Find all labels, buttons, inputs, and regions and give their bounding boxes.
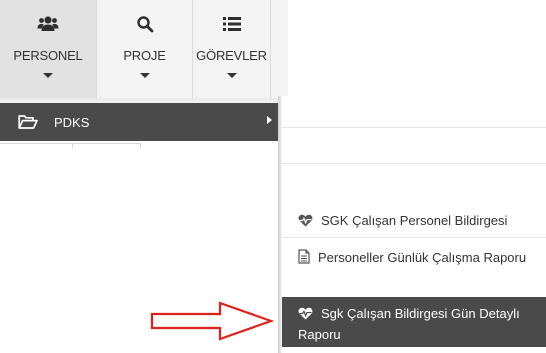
- gorevler-label: GÖREVLER: [196, 48, 267, 63]
- proje-label: PROJE: [123, 48, 166, 63]
- heartbeat-icon: [298, 306, 313, 325]
- users-icon: [37, 12, 59, 36]
- list-icon: [222, 12, 241, 36]
- sgk-bildirgesi-gun-detayli-raporu-item[interactable]: Sgk Çalışan Bildirgesi Gün Detaylı Rapor…: [282, 297, 546, 347]
- personel-menu-button[interactable]: PERSONEL: [0, 0, 96, 98]
- personeller-gunluk-calisma-raporu-item[interactable]: Personeller Günlük Çalışma Raporu: [282, 248, 546, 269]
- sgk-personel-bildirgesi-item[interactable]: SGK Çalışan Personel Bildirgesi: [282, 211, 546, 232]
- folder-open-icon: [18, 114, 38, 130]
- pdks-menu-item[interactable]: PDKS: [0, 103, 280, 141]
- row-divider: [0, 143, 140, 144]
- document-icon: [298, 249, 310, 269]
- sgk-personel-bildirgesi-label: SGK Çalışan Personel Bildirgesi: [321, 213, 508, 228]
- chevron-down-icon: [43, 73, 53, 78]
- sgk-bildirgesi-gun-detayli-raporu-label: Sgk Çalışan Bildirgesi Gün Detaylı Rapor…: [298, 306, 520, 342]
- search-icon: [136, 12, 154, 36]
- flyout-divider: [282, 127, 546, 128]
- chevron-down-icon: [139, 73, 150, 78]
- gorevler-menu-button[interactable]: GÖREVLER: [193, 0, 270, 98]
- annotation-arrow: [150, 301, 274, 341]
- personeller-gunluk-calisma-raporu-label: Personeller Günlük Çalışma Raporu: [318, 250, 527, 265]
- proje-menu-button[interactable]: PROJE: [97, 0, 192, 98]
- chevron-down-icon: [226, 73, 237, 78]
- top-toolbar: PERSONEL PROJE GÖREVLER: [0, 0, 288, 98]
- row-divider-tick: [140, 143, 141, 148]
- toolbar-divider: [270, 0, 271, 98]
- chevron-right-icon: [267, 116, 272, 124]
- flyout-divider: [282, 237, 546, 238]
- row-divider-tick: [72, 143, 73, 148]
- pdks-label: PDKS: [54, 114, 90, 130]
- personel-label: PERSONEL: [13, 48, 83, 63]
- flyout-divider: [282, 163, 546, 164]
- heartbeat-icon: [298, 213, 313, 232]
